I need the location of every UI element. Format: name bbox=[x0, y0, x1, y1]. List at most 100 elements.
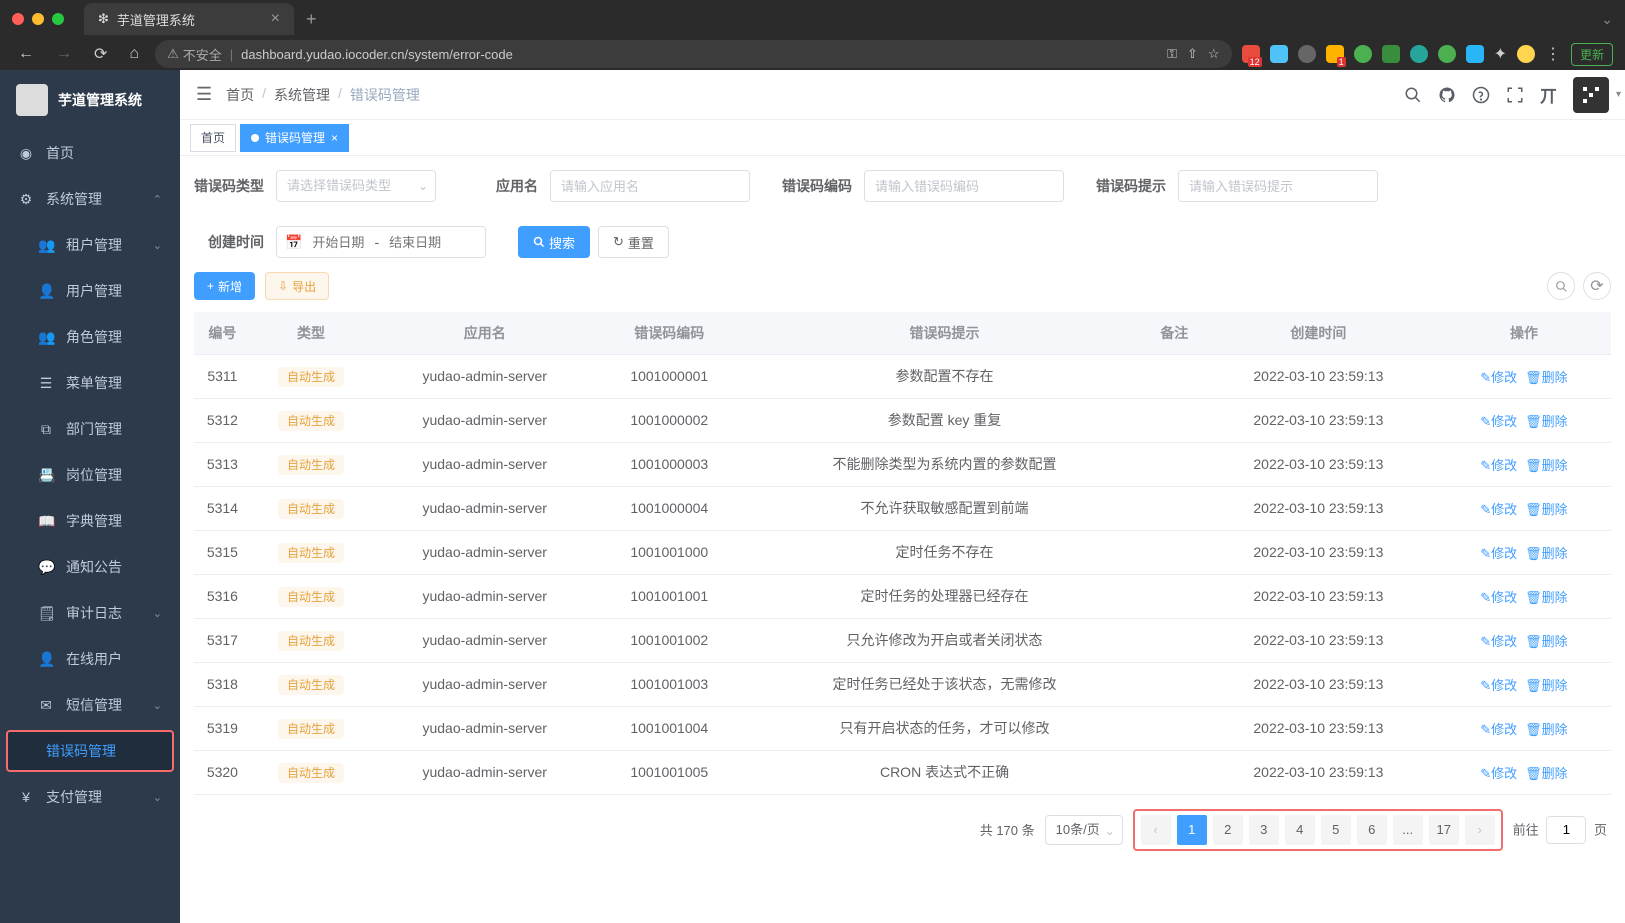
sidebar-item-字典管理[interactable]: 📖字典管理 bbox=[0, 498, 180, 544]
share-icon[interactable]: ⇧ bbox=[1187, 46, 1198, 62]
sidebar-item-通知公告[interactable]: 💬通知公告 bbox=[0, 544, 180, 590]
sidebar-item-在线用户[interactable]: 👤在线用户 bbox=[0, 636, 180, 682]
search-button[interactable]: 搜索 bbox=[518, 226, 590, 258]
extension-icon[interactable] bbox=[1298, 45, 1316, 63]
sidebar-item-错误码管理[interactable]: 错误码管理 bbox=[6, 730, 174, 772]
new-tab-button[interactable]: + bbox=[306, 9, 317, 30]
add-button[interactable]: + 新增 bbox=[194, 272, 255, 300]
delete-button[interactable]: 🗑删除 bbox=[1525, 763, 1568, 782]
reload-button[interactable]: ⟳ bbox=[88, 40, 113, 68]
extensions-puzzle-icon[interactable]: ✦ bbox=[1494, 44, 1507, 64]
github-icon[interactable] bbox=[1438, 86, 1456, 104]
browser-tab[interactable]: ❇ 芋道管理系统 × bbox=[84, 3, 294, 35]
extension-icon[interactable] bbox=[1438, 45, 1456, 63]
page-number-2[interactable]: 2 bbox=[1213, 815, 1243, 845]
app-input[interactable] bbox=[550, 170, 750, 202]
sidebar-item-岗位管理[interactable]: 📇岗位管理 bbox=[0, 452, 180, 498]
minimize-window-icon[interactable] bbox=[32, 13, 44, 25]
delete-button[interactable]: 🗑删除 bbox=[1525, 543, 1568, 562]
address-bar[interactable]: ⚠ 不安全 | dashboard.yudao.iocoder.cn/syste… bbox=[155, 40, 1232, 68]
reset-button[interactable]: ↻ 重置 bbox=[598, 226, 669, 258]
edit-button[interactable]: ✎修改 bbox=[1480, 631, 1517, 650]
update-button[interactable]: 更新 bbox=[1571, 43, 1613, 66]
code-input[interactable] bbox=[864, 170, 1064, 202]
delete-button[interactable]: 🗑删除 bbox=[1525, 719, 1568, 738]
edit-button[interactable]: ✎修改 bbox=[1480, 763, 1517, 782]
maximize-window-icon[interactable] bbox=[52, 13, 64, 25]
page-number-3[interactable]: 3 bbox=[1249, 815, 1279, 845]
page-number-6[interactable]: 6 bbox=[1357, 815, 1387, 845]
edit-button[interactable]: ✎修改 bbox=[1480, 499, 1517, 518]
delete-button[interactable]: 🗑删除 bbox=[1525, 675, 1568, 694]
edit-button[interactable]: ✎修改 bbox=[1480, 675, 1517, 694]
hamburger-icon[interactable]: ☰ bbox=[196, 84, 212, 105]
export-button[interactable]: ⇩ 导出 bbox=[265, 272, 329, 300]
search-icon[interactable] bbox=[1404, 86, 1422, 104]
sidebar-item-短信管理[interactable]: ✉短信管理⌄ bbox=[0, 682, 180, 728]
key-icon[interactable]: ⚿ bbox=[1167, 46, 1177, 62]
sidebar-item-角色管理[interactable]: 👥角色管理 bbox=[0, 314, 180, 360]
chevron-down-icon[interactable]: ⌄ bbox=[1601, 11, 1613, 28]
page-size-select[interactable]: 10条/页 bbox=[1045, 815, 1123, 845]
forward-button[interactable]: → bbox=[50, 41, 78, 67]
type-select[interactable]: 请选择错误码类型 bbox=[276, 170, 436, 202]
close-tab-icon[interactable]: × bbox=[271, 10, 280, 28]
edit-button[interactable]: ✎修改 bbox=[1480, 719, 1517, 738]
tab-home[interactable]: 首页 bbox=[190, 124, 236, 152]
end-date-input[interactable] bbox=[385, 235, 445, 250]
profile-icon[interactable] bbox=[1517, 45, 1535, 63]
fullscreen-icon[interactable] bbox=[1506, 86, 1524, 104]
close-tab-icon[interactable]: × bbox=[331, 131, 338, 145]
tab-error-code[interactable]: 错误码管理× bbox=[240, 124, 349, 152]
page-number-1[interactable]: 1 bbox=[1177, 815, 1207, 845]
help-icon[interactable] bbox=[1472, 86, 1490, 104]
close-window-icon[interactable] bbox=[12, 13, 24, 25]
page-number-5[interactable]: 5 bbox=[1321, 815, 1351, 845]
sidebar-item-用户管理[interactable]: 👤用户管理 bbox=[0, 268, 180, 314]
page-number-4[interactable]: 4 bbox=[1285, 815, 1315, 845]
edit-button[interactable]: ✎修改 bbox=[1480, 543, 1517, 562]
delete-button[interactable]: 🗑删除 bbox=[1525, 499, 1568, 518]
extension-icon[interactable] bbox=[1382, 45, 1400, 63]
avatar[interactable] bbox=[1573, 77, 1609, 113]
menu-icon[interactable]: ⋮ bbox=[1545, 44, 1561, 64]
extension-icon[interactable] bbox=[1466, 45, 1484, 63]
edit-button[interactable]: ✎修改 bbox=[1480, 587, 1517, 606]
next-page-button[interactable]: › bbox=[1465, 815, 1495, 845]
search-toggle-button[interactable] bbox=[1547, 272, 1575, 300]
sidebar-item-菜单管理[interactable]: ☰菜单管理 bbox=[0, 360, 180, 406]
delete-button[interactable]: 🗑删除 bbox=[1525, 367, 1568, 386]
prev-page-button[interactable]: ‹ bbox=[1141, 815, 1171, 845]
breadcrumb-home[interactable]: 首页 bbox=[226, 85, 254, 105]
delete-button[interactable]: 🗑删除 bbox=[1525, 587, 1568, 606]
date-range-picker[interactable]: 📅 - bbox=[276, 226, 486, 258]
refresh-button[interactable]: ⟳ bbox=[1583, 272, 1611, 300]
sidebar-item-首页[interactable]: ◉首页 bbox=[0, 130, 180, 176]
page-number-17[interactable]: 17 bbox=[1429, 815, 1459, 845]
cell-code: 1001001004 bbox=[598, 706, 740, 750]
sidebar-item-部门管理[interactable]: ⧉部门管理 bbox=[0, 406, 180, 452]
sidebar-item-审计日志[interactable]: 🗒审计日志⌄ bbox=[0, 590, 180, 636]
sidebar-item-租户管理[interactable]: 👥租户管理⌄ bbox=[0, 222, 180, 268]
extension-icon[interactable] bbox=[1270, 45, 1288, 63]
delete-button[interactable]: 🗑删除 bbox=[1525, 455, 1568, 474]
edit-button[interactable]: ✎修改 bbox=[1480, 367, 1517, 386]
extension-icon[interactable]: 1 bbox=[1326, 45, 1344, 63]
delete-button[interactable]: 🗑删除 bbox=[1525, 631, 1568, 650]
sidebar-item-支付管理[interactable]: ¥支付管理⌄ bbox=[0, 774, 180, 820]
page-jump-input[interactable] bbox=[1546, 816, 1586, 844]
font-size-icon[interactable]: 丌 bbox=[1540, 82, 1557, 107]
extension-icon[interactable] bbox=[1410, 45, 1428, 63]
extension-icon[interactable] bbox=[1354, 45, 1372, 63]
sidebar-item-系统管理[interactable]: ⚙系统管理⌃ bbox=[0, 176, 180, 222]
delete-button[interactable]: 🗑删除 bbox=[1525, 411, 1568, 430]
back-button[interactable]: ← bbox=[12, 41, 40, 67]
msg-input[interactable] bbox=[1178, 170, 1378, 202]
star-icon[interactable]: ☆ bbox=[1208, 46, 1220, 62]
breadcrumb-section[interactable]: 系统管理 bbox=[274, 85, 330, 105]
start-date-input[interactable] bbox=[308, 235, 368, 250]
extension-icon[interactable]: 12 bbox=[1242, 45, 1260, 63]
edit-button[interactable]: ✎修改 bbox=[1480, 455, 1517, 474]
edit-button[interactable]: ✎修改 bbox=[1480, 411, 1517, 430]
home-button[interactable]: ⌂ bbox=[123, 41, 145, 67]
